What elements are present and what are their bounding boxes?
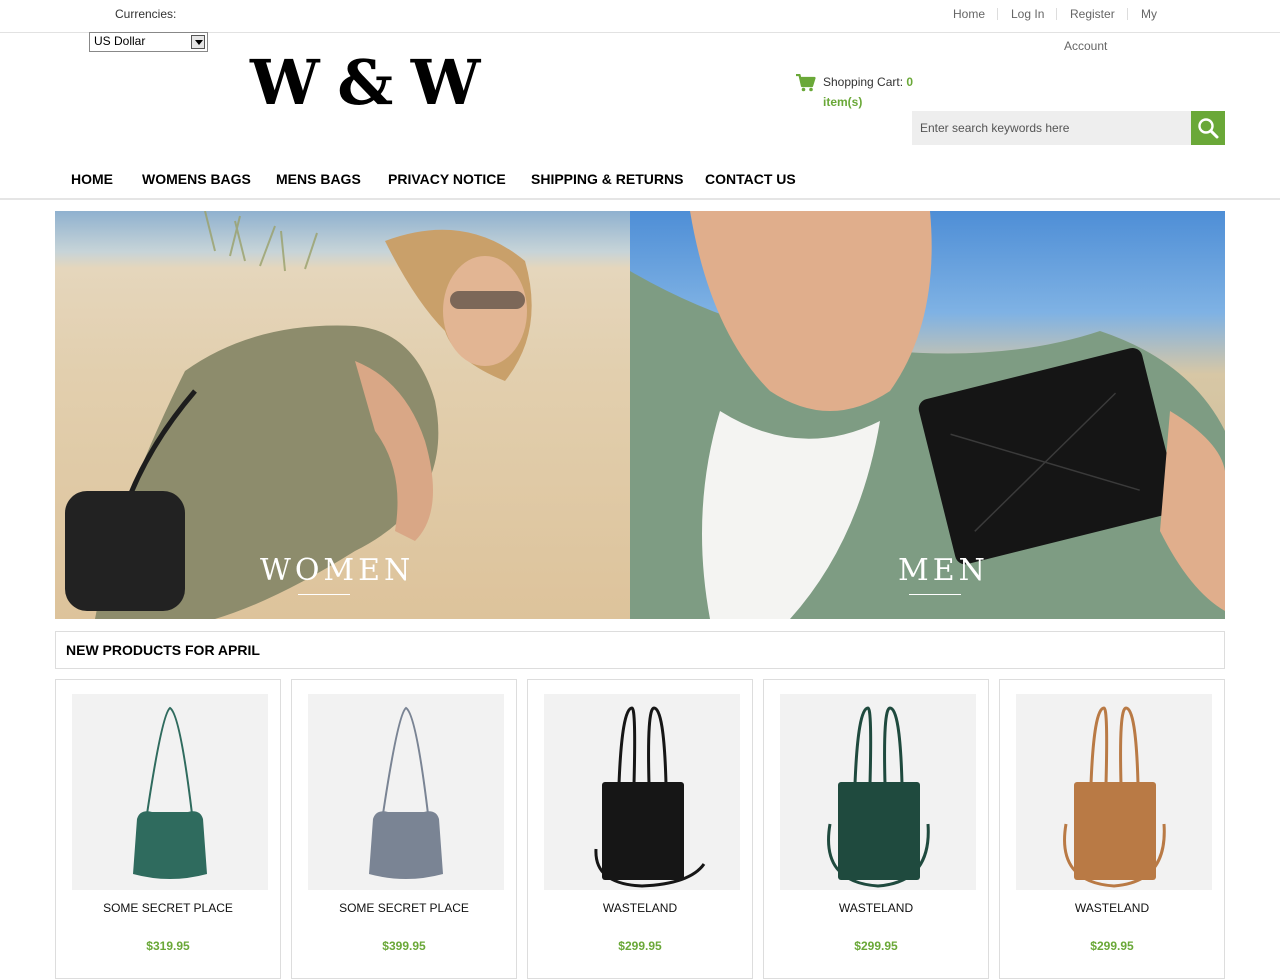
home-link[interactable]: Home	[953, 7, 985, 21]
search-input[interactable]: Enter search keywords here	[912, 111, 1191, 145]
banner-women-underline	[298, 594, 350, 595]
tote-bag-image	[1063, 706, 1166, 888]
banner-women-label: WOMEN	[260, 553, 415, 588]
search-icon	[1198, 118, 1219, 139]
product-name[interactable]: WASTELAND	[528, 901, 752, 915]
cart-items-label: item(s)	[823, 95, 863, 109]
product-price: $319.95	[146, 939, 190, 953]
divider	[997, 8, 998, 20]
product-name[interactable]: SOME SECRET PLACE	[292, 901, 516, 915]
divider	[1056, 8, 1057, 20]
top-bar: Currencies: Home Log In Register My	[0, 0, 1280, 33]
currencies-label: Currencies:	[115, 7, 177, 21]
login-link[interactable]: Log In	[1011, 7, 1044, 21]
banner-women[interactable]: WOMEN	[55, 211, 630, 619]
product-card[interactable]: WASTELAND $299.95	[527, 679, 753, 979]
product-card[interactable]: SOME SECRET PLACE $319.95	[55, 679, 281, 979]
product-image[interactable]	[544, 694, 740, 890]
crossbody-bag-image	[369, 706, 443, 879]
dropdown-arrow-icon[interactable]	[191, 35, 205, 49]
nav-womens-bags[interactable]: WOMENS BAGS	[142, 171, 251, 187]
hero-banner: WOMEN MEN	[55, 211, 1225, 619]
tote-bag-image	[594, 706, 706, 888]
my-account-link-continued[interactable]: Account	[1064, 39, 1107, 53]
product-card[interactable]: SOME SECRET PLACE $399.95	[291, 679, 517, 979]
section-title: NEW PRODUCTS FOR APRIL	[55, 631, 1225, 669]
cart-count: 0	[906, 75, 914, 89]
crossbody-bag-image	[133, 706, 207, 879]
search-button[interactable]	[1191, 111, 1225, 145]
banner-men-underline	[909, 594, 961, 595]
divider	[1127, 8, 1128, 20]
product-price: $399.95	[382, 939, 426, 953]
nav-privacy-notice[interactable]: PRIVACY NOTICE	[388, 171, 506, 187]
nav-mens-bags[interactable]: MENS BAGS	[276, 171, 361, 187]
register-link[interactable]: Register	[1070, 7, 1115, 21]
product-name[interactable]: SOME SECRET PLACE	[56, 901, 280, 915]
product-image[interactable]	[780, 694, 976, 890]
shopping-cart-icon[interactable]	[796, 74, 816, 92]
tote-bag-image	[827, 706, 930, 888]
cart-label: Shopping Cart:	[823, 75, 904, 89]
currency-select[interactable]: US Dollar	[89, 32, 208, 52]
my-account-link[interactable]: My	[1141, 7, 1157, 21]
currency-selected-value: US Dollar	[94, 34, 146, 48]
product-price: $299.95	[1090, 939, 1134, 953]
banner-men-label: MEN	[898, 553, 989, 588]
product-image[interactable]	[308, 694, 504, 890]
banner-men[interactable]: MEN	[630, 211, 1225, 619]
nav-shipping-returns[interactable]: SHIPPING & RETURNS	[531, 171, 683, 187]
product-image[interactable]	[72, 694, 268, 890]
product-card[interactable]: WASTELAND $299.95	[999, 679, 1225, 979]
nav-contact-us[interactable]: CONTACT US	[705, 171, 796, 187]
site-logo[interactable]: W & W	[250, 48, 480, 118]
product-price: $299.95	[854, 939, 898, 953]
product-name[interactable]: WASTELAND	[764, 901, 988, 915]
shopping-cart-summary[interactable]: Shopping Cart: 0 item(s)	[823, 72, 933, 112]
product-image[interactable]	[1016, 694, 1212, 890]
nav-home[interactable]: HOME	[71, 171, 113, 187]
main-nav: HOME WOMENS BAGS MENS BAGS PRIVACY NOTIC…	[0, 160, 1280, 200]
product-card[interactable]: WASTELAND $299.95	[763, 679, 989, 979]
product-name[interactable]: WASTELAND	[1000, 901, 1224, 915]
product-price: $299.95	[618, 939, 662, 953]
